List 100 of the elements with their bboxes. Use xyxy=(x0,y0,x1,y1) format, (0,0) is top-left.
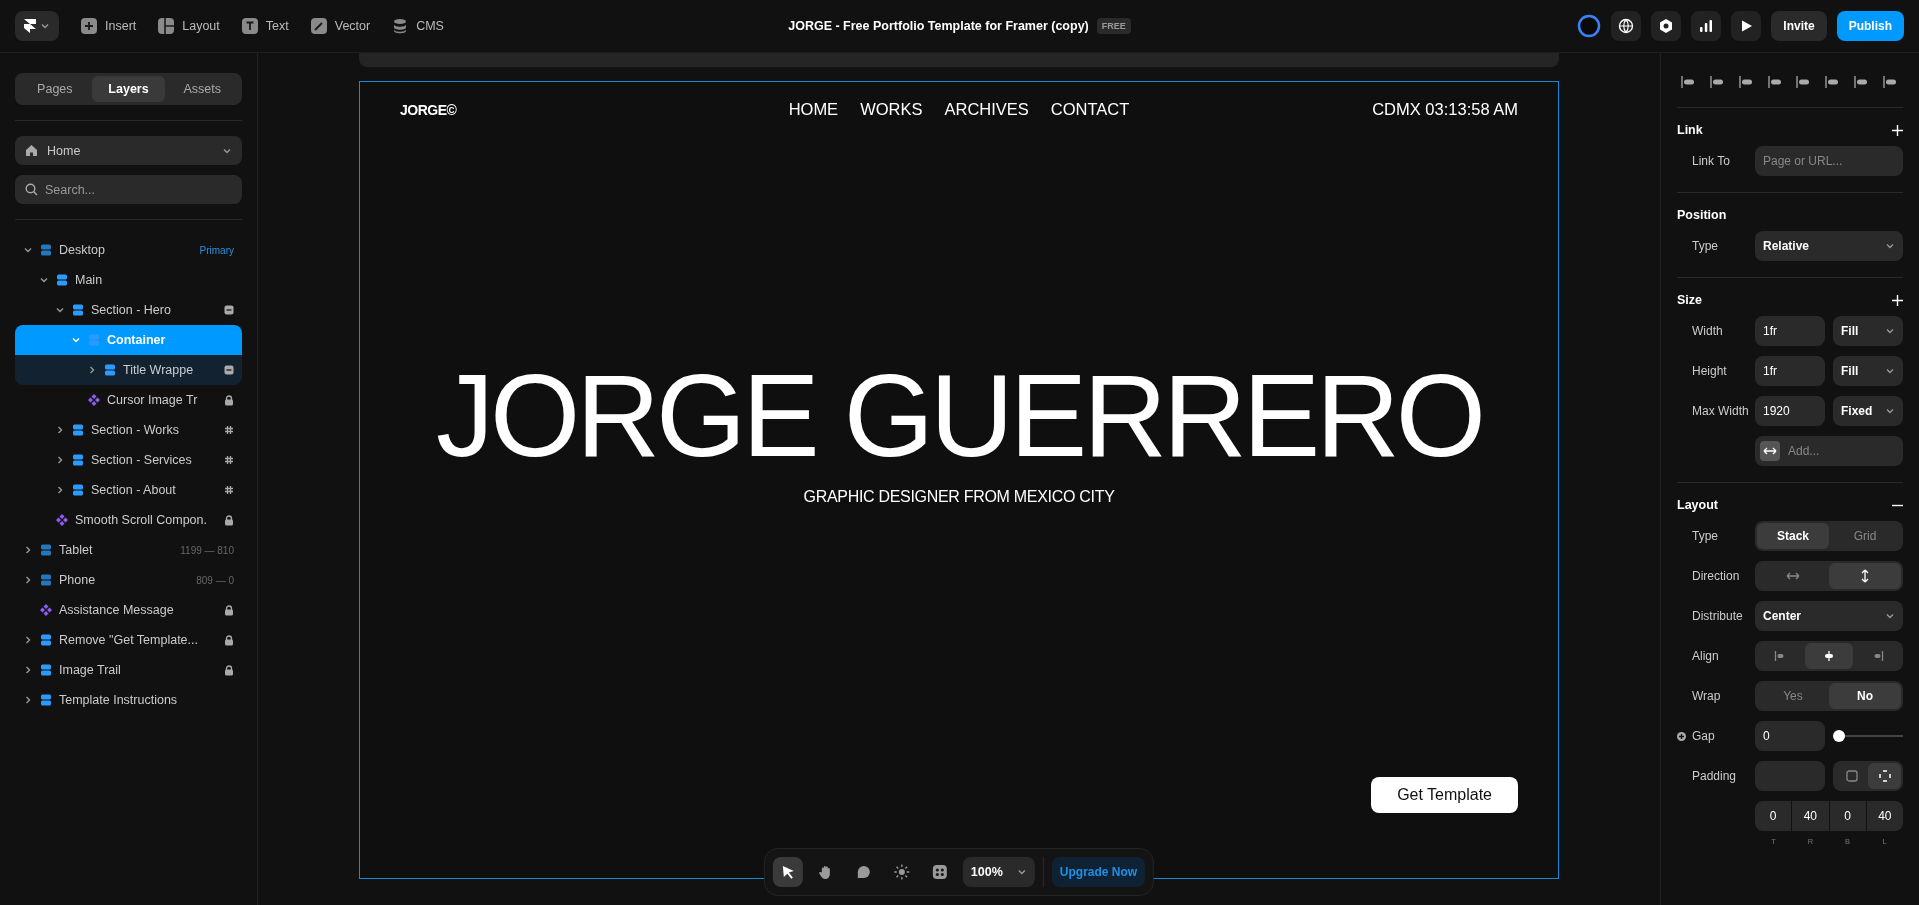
hexagon-icon[interactable] xyxy=(1651,11,1682,41)
panel-tab[interactable]: Pages xyxy=(18,76,92,102)
align-icon[interactable] xyxy=(1709,75,1726,89)
zoom-dropdown[interactable]: 100% xyxy=(962,857,1035,887)
nav-link[interactable]: HOME xyxy=(788,100,839,119)
padding-side-field[interactable]: 40 xyxy=(1866,801,1903,831)
page-dropdown[interactable]: Home xyxy=(15,136,242,165)
align-icon[interactable] xyxy=(1767,75,1784,89)
layer-item[interactable]: Section - About xyxy=(15,475,242,505)
play-icon[interactable] xyxy=(1731,11,1762,41)
plus-icon[interactable] xyxy=(1892,294,1903,306)
layer-item[interactable]: Image Trail xyxy=(15,655,242,685)
nav-link[interactable]: CONTACT xyxy=(1050,100,1130,119)
property-label: Distribute xyxy=(1691,609,1744,623)
insert-menu-item[interactable]: Layout xyxy=(158,18,220,34)
segment-option[interactable]: Stack xyxy=(1757,523,1829,549)
section-title: Position xyxy=(1677,208,1727,222)
insert-menu-item[interactable]: Vector xyxy=(310,18,371,34)
insert-menu-item[interactable]: Insert xyxy=(81,18,137,34)
layer-item[interactable]: Desktop Primary xyxy=(15,235,242,265)
panel-tab[interactable]: Assets xyxy=(165,76,239,102)
property-label: Type xyxy=(1691,239,1719,253)
site-logo[interactable]: JORGE© xyxy=(400,101,789,118)
search-field[interactable]: Search... xyxy=(15,175,242,204)
segment-option[interactable]: Grid xyxy=(1829,523,1901,549)
stack-icon xyxy=(40,664,52,676)
hash-icon xyxy=(224,485,234,495)
layer-item[interactable]: Section - Hero xyxy=(15,295,242,325)
nav-link[interactable]: ARCHIVES xyxy=(944,100,1029,119)
layer-item[interactable]: Section - Services xyxy=(15,445,242,475)
segment-option[interactable]: Yes xyxy=(1757,683,1829,709)
nav-link[interactable]: WORKS xyxy=(860,100,923,119)
speech-bubble-icon xyxy=(855,864,872,880)
hero-title: JORGE GUERRERO xyxy=(435,358,1483,474)
gap-field[interactable]: 0 xyxy=(1755,721,1825,751)
align-icon[interactable] xyxy=(1681,75,1697,89)
size-field[interactable]: 1fr xyxy=(1755,316,1825,346)
padding-mode-option[interactable] xyxy=(1868,763,1901,789)
padding-side-field[interactable]: 0 xyxy=(1829,801,1866,831)
plus-icon[interactable] xyxy=(1892,124,1903,136)
layer-item[interactable]: Section - Works xyxy=(15,415,242,445)
layout-icon xyxy=(158,18,175,34)
property-label: Max Width xyxy=(1691,404,1750,418)
stack-icon xyxy=(104,364,116,376)
layer-item[interactable]: Assistance Message xyxy=(15,595,242,625)
distribute-dropdown[interactable]: Center xyxy=(1755,601,1903,631)
component-icon xyxy=(40,604,52,616)
globe-icon[interactable] xyxy=(1611,11,1642,41)
stack-badge-icon xyxy=(224,365,234,375)
chevron-down-icon xyxy=(55,305,65,315)
insert-menu-item[interactable]: CMS xyxy=(392,18,444,34)
layer-item[interactable]: Phone 809 — 0 xyxy=(15,565,242,595)
layer-item[interactable]: Main xyxy=(15,265,242,295)
slider-thumb[interactable] xyxy=(1833,730,1845,742)
plus-circle-icon[interactable] xyxy=(1677,731,1686,741)
tool-button[interactable] xyxy=(772,857,803,887)
avatar-ring-icon[interactable] xyxy=(1577,14,1602,38)
size-mode-dropdown[interactable]: Fill xyxy=(1833,316,1903,346)
layer-item[interactable]: Smooth Scroll Compon. xyxy=(15,505,242,535)
layer-item[interactable]: Remove "Get Template... xyxy=(15,625,242,655)
padding-side-field[interactable]: 0 xyxy=(1755,801,1792,831)
stack-icon xyxy=(40,544,52,556)
layer-item[interactable]: Tablet 1199 — 810 xyxy=(15,535,242,565)
direction-option[interactable] xyxy=(1829,563,1901,589)
app-menu-button[interactable] xyxy=(15,11,59,41)
stack-icon xyxy=(72,454,84,466)
insert-menu-item[interactable]: Text xyxy=(241,18,289,34)
align-option[interactable] xyxy=(1805,643,1853,669)
chevron-down-icon xyxy=(1016,867,1027,877)
stack-icon xyxy=(56,274,68,286)
align-icon[interactable] xyxy=(1882,75,1899,89)
align-icon[interactable] xyxy=(1738,75,1755,89)
layer-item[interactable]: Title Wrappe xyxy=(15,355,242,385)
bar-chart-icon[interactable] xyxy=(1691,11,1722,41)
plus-icon xyxy=(81,18,97,34)
size-mode-dropdown[interactable]: Fixed xyxy=(1833,396,1903,426)
panel-tab[interactable]: Layers xyxy=(91,76,166,102)
size-field[interactable]: 1fr xyxy=(1755,356,1825,386)
hero-subtitle: GRAPHIC DESIGNER FROM MEXICO CITY xyxy=(803,488,1115,506)
stack-badge-icon xyxy=(224,305,234,315)
invite-button[interactable]: Invite xyxy=(1771,11,1827,41)
stack-icon xyxy=(72,484,84,496)
size-mode-dropdown[interactable]: Fill xyxy=(1833,356,1903,386)
upgrade-button[interactable]: Upgrade Now xyxy=(1051,857,1146,887)
link-field[interactable]: Page or URL... xyxy=(1755,146,1903,176)
section-title: Size xyxy=(1677,293,1702,307)
align-icon xyxy=(1822,650,1836,662)
position-dropdown[interactable]: Relative xyxy=(1755,231,1903,261)
padding-side-field[interactable]: 40 xyxy=(1792,801,1829,831)
padding-field[interactable] xyxy=(1755,761,1825,791)
segment-option[interactable]: No xyxy=(1829,683,1901,709)
size-field[interactable]: 1920 xyxy=(1755,396,1825,426)
chevron-right-icon xyxy=(55,425,65,435)
layer-item[interactable]: Template Instructions xyxy=(15,685,242,715)
add-size-field[interactable]: Add... xyxy=(1755,436,1903,466)
stack-icon xyxy=(88,334,100,346)
property-label: Gap xyxy=(1692,729,1715,743)
get-template-button[interactable]: Get Template xyxy=(1371,777,1518,813)
search-icon xyxy=(25,183,38,196)
layer-item[interactable]: Cursor Image Tr xyxy=(15,385,242,415)
